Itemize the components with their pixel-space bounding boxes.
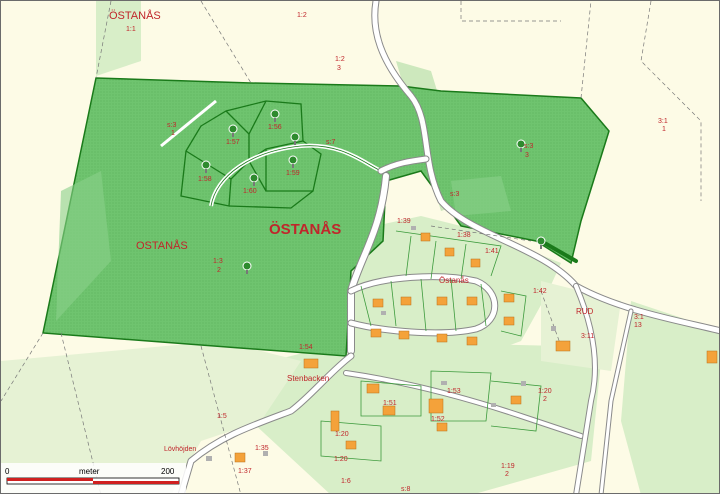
parcel-1-5: 1:5 bbox=[217, 413, 227, 420]
scale-end: 200 bbox=[161, 467, 175, 476]
parcel-1-20a: 1:20 bbox=[538, 388, 552, 395]
parcel-1-1: 1:1 bbox=[126, 26, 136, 33]
parcel-1-41: 1:41 bbox=[485, 248, 499, 255]
parcel-s3b: s:3 bbox=[524, 143, 533, 150]
parcel-1-39: 1:39 bbox=[397, 218, 411, 225]
place-ostanas-left: OSTANÅS bbox=[136, 239, 188, 252]
parcel-s3a-sub: 1 bbox=[171, 130, 175, 137]
parcel-1-37: 1:37 bbox=[238, 468, 252, 475]
map-canvas: ÖSTANÅS ÖSTANÅS OSTANÅS Östanås Stenback… bbox=[1, 1, 719, 493]
parcel-3-1b-sub: 13 bbox=[634, 322, 642, 329]
parcel-1-56: 1:56 bbox=[268, 124, 282, 131]
parcel-3-11: 3:11 bbox=[581, 333, 594, 340]
parcel-1-42: 1:42 bbox=[533, 288, 547, 295]
parcel-1-19-sub: 2 bbox=[505, 471, 509, 478]
parcel-1-3-sub: 2 bbox=[217, 267, 221, 274]
parcel-1-3: 1:3 bbox=[213, 258, 223, 265]
scale-unit: meter bbox=[79, 467, 100, 476]
parcel-1-2b: 1:2 bbox=[335, 56, 345, 63]
parcel-1-19: 1:19 bbox=[501, 463, 515, 470]
parcel-s7: s:7 bbox=[326, 139, 335, 146]
parcel-1-6: 1:6 bbox=[341, 478, 351, 485]
place-ostanas-top: ÖSTANÅS bbox=[109, 9, 161, 22]
parcel-s3b-sub: 3 bbox=[525, 152, 529, 159]
parcel-1-60: 1:60 bbox=[243, 188, 257, 195]
parcel-1-52: 1:52 bbox=[431, 416, 445, 423]
parcel-1-54: 1:54 bbox=[299, 344, 313, 351]
parcel-3-1-sub: 1 bbox=[662, 126, 666, 133]
place-ostanas-street: Östanås bbox=[439, 276, 469, 285]
parcel-1-20c: 1:20 bbox=[334, 456, 348, 463]
parcel-1-59: 1:59 bbox=[286, 170, 300, 177]
parcel-1-53: 1:53 bbox=[447, 388, 461, 395]
parcel-1-20a-sub: 2 bbox=[543, 396, 547, 403]
parcel-1-38: 1:38 bbox=[457, 232, 471, 239]
place-lovhojden: Lövhöjden bbox=[164, 446, 196, 453]
parcel-s3a: s:3 bbox=[167, 122, 176, 129]
parcel-1-20b: 1:20 bbox=[335, 431, 349, 438]
parcel-1-2: 1:2 bbox=[297, 12, 307, 19]
parcel-3-1: 3:1 bbox=[658, 118, 668, 125]
scale-bar: 0 meter 200 bbox=[1, 463, 186, 493]
place-ostanas-center: ÖSTANÅS bbox=[269, 221, 341, 238]
parcel-s3c: s:3 bbox=[450, 191, 459, 198]
map-view[interactable]: ÖSTANÅS ÖSTANÅS OSTANÅS Östanås Stenback… bbox=[0, 0, 720, 494]
parcel-3-1b: 3:1 bbox=[634, 314, 644, 321]
scale-start: 0 bbox=[5, 467, 10, 476]
parcel-1-35: 1:35 bbox=[255, 445, 269, 452]
place-rud: RUD bbox=[576, 307, 594, 316]
parcel-1-2b-sub: 3 bbox=[337, 65, 341, 72]
parcel-1-58: 1:58 bbox=[198, 176, 212, 183]
parcel-1-51: 1:51 bbox=[383, 400, 397, 407]
parcel-s8: s:8 bbox=[401, 486, 410, 493]
parcel-1-57: 1:57 bbox=[226, 139, 240, 146]
place-stenbacken: Stenbacken bbox=[287, 374, 329, 383]
